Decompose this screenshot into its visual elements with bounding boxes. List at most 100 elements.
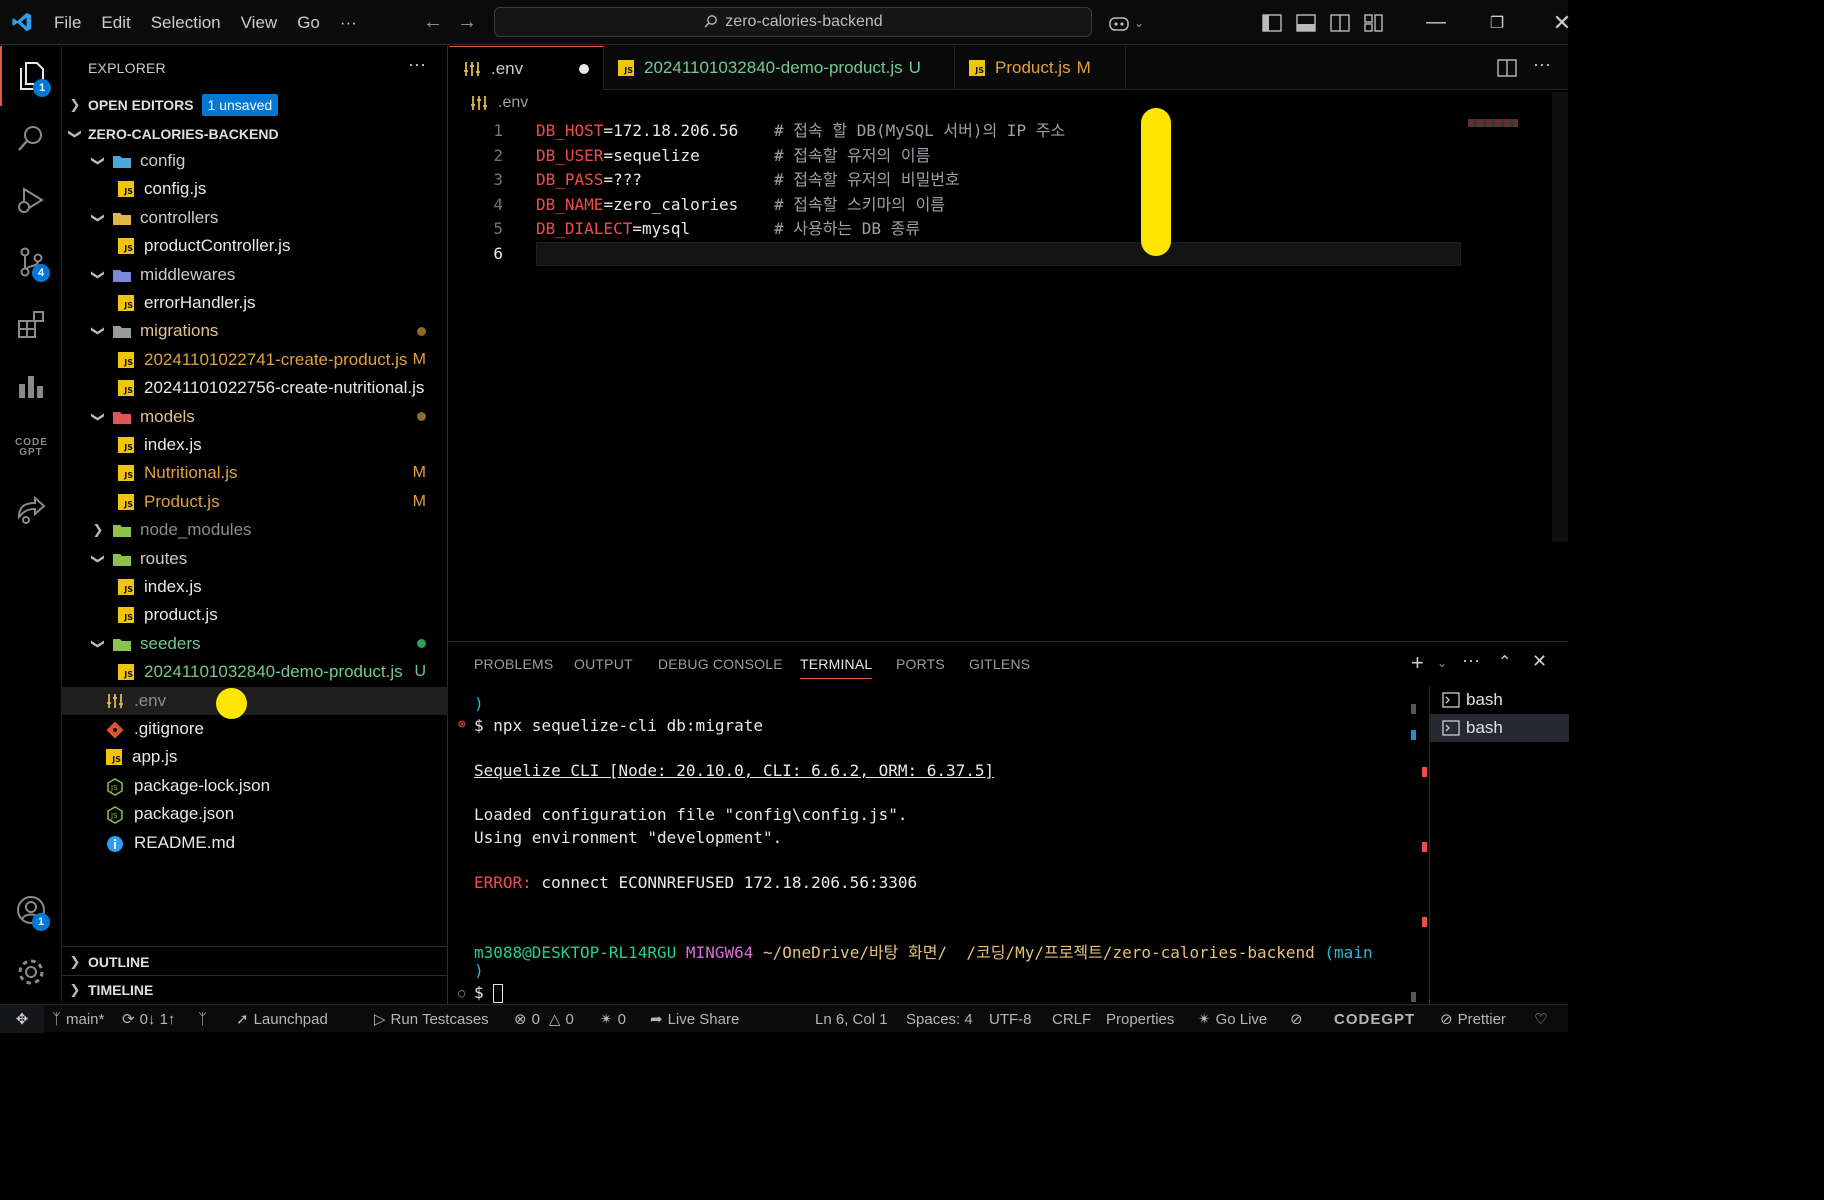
back-arrow-icon[interactable]: ← <box>416 11 450 34</box>
tree-folder[interactable]: ❯ controllers <box>62 204 448 232</box>
unsaved-dot-icon[interactable] <box>579 63 589 74</box>
problems-indicator[interactable]: ⊗ 0 △ 0 <box>514 1005 574 1033</box>
new-terminal-icon[interactable]: + <box>1411 650 1424 676</box>
toggle-primary-sidebar-icon[interactable] <box>1262 13 1282 32</box>
manage-activity[interactable] <box>0 942 62 1002</box>
code-editor[interactable]: 1 DB_HOST=172.18.206.56 # 접속 할 DB(MySQL 서버… <box>449 118 1568 638</box>
tree-file[interactable]: .env <box>62 686 448 715</box>
menu-file[interactable]: File <box>44 0 91 45</box>
sync-indicator[interactable]: ⟳ 0↓ 1↑ <box>122 1005 175 1033</box>
indentation[interactable]: Spaces: 4 <box>906 1005 973 1033</box>
tree-file[interactable]: JS Product.js M <box>62 488 448 516</box>
tab-ports[interactable]: PORTS <box>896 656 945 672</box>
git-graph-indicator[interactable]: ᛉ <box>198 1005 207 1033</box>
source-control-activity[interactable]: 4 <box>0 232 62 292</box>
forward-arrow-icon[interactable]: → <box>450 11 484 34</box>
close-window-icon[interactable]: ✕ <box>1532 10 1592 36</box>
tree-file[interactable]: JS config.js <box>62 175 448 203</box>
tree-folder[interactable]: ❯ seeders <box>62 630 448 658</box>
tree-file[interactable]: JS package.json <box>62 800 448 828</box>
command-center-search[interactable]: zero-calories-backend <box>494 7 1092 37</box>
tab-problems[interactable]: PROBLEMS <box>474 656 553 672</box>
breadcrumb[interactable]: .env <box>470 94 528 112</box>
tree-file[interactable]: JS package-lock.json <box>62 772 448 800</box>
tree-file[interactable]: JS errorHandler.js <box>62 289 448 317</box>
copilot-status[interactable]: ⊘ <box>1290 1005 1303 1033</box>
launchpad-indicator[interactable]: ➚ Launchpad <box>236 1005 328 1033</box>
menu-edit[interactable]: Edit <box>91 0 140 45</box>
remote-indicator[interactable]: ✥ <box>0 1005 44 1033</box>
terminal-item[interactable]: bash <box>1430 714 1569 742</box>
menu-view[interactable]: View <box>231 0 288 45</box>
toggle-panel-icon[interactable] <box>1296 13 1316 32</box>
tree-file[interactable]: JS 20241101022741-create-product.js M <box>62 346 448 374</box>
tab-terminal[interactable]: TERMINAL <box>800 656 873 679</box>
codegpt-activity[interactable]: CODE GPT <box>0 418 62 478</box>
go-live-button[interactable]: ✴ Go Live <box>1198 1005 1267 1033</box>
ports-indicator[interactable]: ✴ 0 <box>600 1005 626 1033</box>
tree-file[interactable]: .gitignore <box>62 715 448 743</box>
editor-more-actions-icon[interactable]: ··· <box>1533 54 1551 75</box>
project-root-section[interactable]: ❯ ZERO-CALORIES-BACKEND <box>62 120 448 148</box>
tree-file[interactable]: JS productController.js <box>62 232 448 260</box>
outline-section[interactable]: ❯ OUTLINE <box>62 948 448 976</box>
terminal-item[interactable]: bash <box>1430 686 1569 714</box>
tree-file[interactable]: JS Nutritional.js M <box>62 459 448 487</box>
tree-file[interactable]: JS app.js <box>62 743 448 771</box>
tree-folder[interactable]: ❯ migrations <box>62 317 448 345</box>
minimize-window-icon[interactable]: — <box>1410 11 1462 34</box>
editor-scrollbar[interactable] <box>1552 92 1568 542</box>
restore-window-icon[interactable]: ❐ <box>1462 13 1532 33</box>
accounts-activity[interactable]: 1 <box>0 880 62 940</box>
tree-file[interactable]: README.md <box>62 829 448 857</box>
toggle-secondary-sidebar-icon[interactable] <box>1330 13 1350 32</box>
copilot-menu[interactable]: ⌄ <box>1108 0 1144 45</box>
vscode-logo-icon[interactable] <box>0 0 44 45</box>
extensions-activity[interactable] <box>0 294 62 354</box>
tab-demo-product[interactable]: JS 20241101032840-demo-product.js U <box>604 46 955 90</box>
tree-folder[interactable]: ❯ models <box>62 403 448 431</box>
tree-folder[interactable]: ❯ middlewares <box>62 261 448 289</box>
chevron-down-icon[interactable]: ⌄ <box>1437 656 1447 670</box>
tree-file[interactable]: JS 20241101032840-demo-product.js U <box>62 658 448 686</box>
charts-activity[interactable] <box>0 356 62 416</box>
language-mode[interactable]: Properties <box>1106 1005 1174 1033</box>
split-editor-icon[interactable] <box>1497 59 1517 77</box>
encoding[interactable]: UTF-8 <box>989 1005 1032 1033</box>
search-activity[interactable] <box>0 108 62 168</box>
run-testcases-button[interactable]: ▷ Run Testcases <box>374 1005 489 1033</box>
open-editors-section[interactable]: ❯ OPEN EDITORS 1 unsaved <box>62 91 448 119</box>
tab-gitlens[interactable]: GITLENS <box>969 656 1030 672</box>
menu-go[interactable]: Go <box>287 0 330 45</box>
tree-file[interactable]: JS product.js <box>62 601 448 629</box>
prettier-status[interactable]: ⊘ Prettier <box>1440 1005 1506 1033</box>
tree-file[interactable]: JS index.js <box>62 573 448 601</box>
explorer-activity[interactable]: 1 <box>0 46 62 106</box>
notifications-button[interactable]: ♡ <box>1534 1005 1547 1033</box>
cursor-position[interactable]: Ln 6, Col 1 <box>815 1005 888 1033</box>
tab-product[interactable]: JS Product.js M <box>955 46 1126 90</box>
more-actions-icon[interactable]: ··· <box>408 54 426 75</box>
menu-more[interactable]: ··· <box>330 0 367 45</box>
run-debug-activity[interactable] <box>0 170 62 230</box>
panel-more-actions-icon[interactable]: ··· <box>1462 650 1480 671</box>
tree-file[interactable]: JS index.js <box>62 431 448 459</box>
live-share-activity[interactable] <box>0 480 62 540</box>
customize-layout-icon[interactable] <box>1364 13 1384 32</box>
tab-env[interactable]: .env <box>449 46 604 90</box>
tree-folder[interactable]: ❯ routes <box>62 545 448 573</box>
close-panel-icon[interactable]: ✕ <box>1532 651 1547 672</box>
tree-folder[interactable]: ❯ config <box>62 147 448 175</box>
codegpt-status[interactable]: CODEGPT <box>1334 1005 1415 1033</box>
timeline-section[interactable]: ❯ TIMELINE <box>62 976 448 1004</box>
tree-folder[interactable]: ❯ node_modules <box>62 516 448 544</box>
tree-file[interactable]: JS 20241101022756-create-nutritional.js <box>62 374 448 402</box>
minimap[interactable] <box>1468 119 1518 127</box>
tab-output[interactable]: OUTPUT <box>574 656 633 672</box>
tab-debug-console[interactable]: DEBUG CONSOLE <box>658 656 783 672</box>
branch-indicator[interactable]: ᛉ main* <box>52 1005 104 1033</box>
live-share-button[interactable]: ➦ Live Share <box>650 1005 739 1033</box>
maximize-panel-icon[interactable]: ⌃ <box>1498 652 1511 672</box>
menu-selection[interactable]: Selection <box>141 0 231 45</box>
line-ending[interactable]: CRLF <box>1052 1005 1091 1033</box>
